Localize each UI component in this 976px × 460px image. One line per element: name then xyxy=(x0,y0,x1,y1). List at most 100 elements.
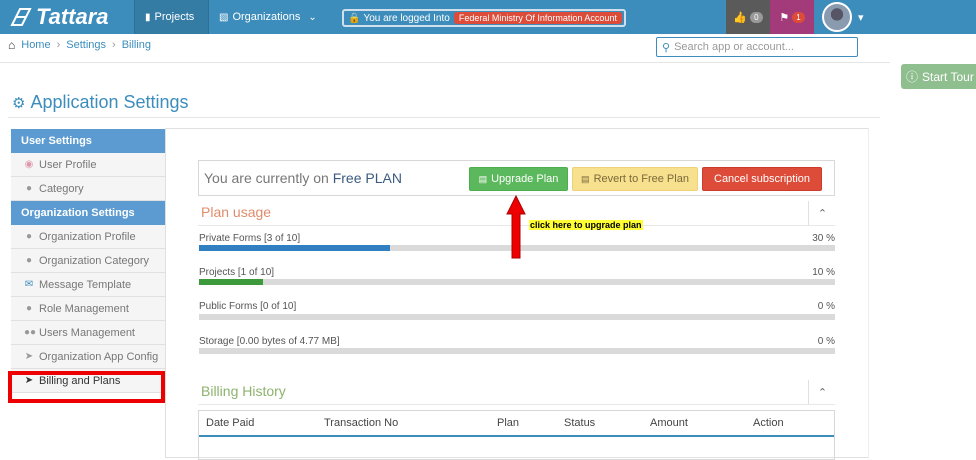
collapse-usage-button[interactable]: ⌃ xyxy=(808,201,836,225)
breadcrumb-settings[interactable]: Settings xyxy=(66,39,106,51)
sidebar-item-user-profile[interactable]: ◉ User Profile xyxy=(11,153,165,177)
top-navbar: Tattara ▮ Projects ▧ Organizations ⌄ 🔒 Y… xyxy=(0,0,976,34)
column-header-amount[interactable]: Amount xyxy=(650,417,688,429)
organization-settings-header: Organization Settings xyxy=(11,201,165,225)
folder-icon: ▮ xyxy=(145,11,151,23)
sitemap-icon: ▧ xyxy=(219,11,229,23)
sidebar-item-users-management[interactable]: ●● Users Management xyxy=(11,321,165,345)
page-title-text: Application Settings xyxy=(30,92,189,112)
sidebar-item-label: Organization App Config xyxy=(39,350,159,363)
nav-organizations[interactable]: ▧ Organizations ⌄ xyxy=(209,0,331,34)
breadcrumb-separator: › xyxy=(56,39,61,51)
breadcrumb-home[interactable]: Home xyxy=(21,39,50,51)
collapse-billing-button[interactable]: ⌃ xyxy=(808,380,836,404)
current-plan-prefix: You are currently on xyxy=(204,170,329,186)
start-tour-label: Start Tour xyxy=(922,69,974,84)
envelope-icon: ✉ xyxy=(24,279,34,290)
chevron-down-icon: ⌄ xyxy=(308,11,317,23)
user-menu[interactable]: ▾ xyxy=(814,0,880,34)
usage-label-private-forms: Private Forms [3 of 10] xyxy=(199,233,301,244)
send-icon: ➤ xyxy=(24,351,34,362)
usage-bar-fill xyxy=(199,245,390,251)
column-header-status[interactable]: Status xyxy=(564,417,595,429)
annotation-highlight-box xyxy=(8,371,165,403)
chevron-up-icon: ⌃ xyxy=(817,386,828,399)
users-icon: ●● xyxy=(24,327,37,338)
inbox-icon: ▤ xyxy=(581,173,590,184)
likes-count: 0 xyxy=(750,11,763,23)
inbox-icon: ▤ xyxy=(478,173,488,184)
usage-percent-storage: 0 % xyxy=(817,336,835,347)
column-header-date-paid[interactable]: Date Paid xyxy=(206,417,254,429)
current-plan-name: Free PLAN xyxy=(332,170,402,186)
start-tour-button[interactable]: ⓘ Start Tour xyxy=(901,64,976,89)
usage-percent-projects: 10 % xyxy=(812,267,835,278)
breadcrumb: ⌂ Home › Settings › Billing xyxy=(8,38,151,52)
upgrade-plan-button[interactable]: ▤ Upgrade Plan xyxy=(469,167,568,191)
divider xyxy=(0,62,890,63)
cancel-subscription-label: Cancel subscription xyxy=(714,173,810,185)
user-icon: ● xyxy=(25,255,33,266)
brand-logo[interactable]: Tattara xyxy=(0,0,134,34)
logged-in-text: You are logged Into xyxy=(363,12,450,24)
divider xyxy=(8,117,880,118)
user-icon: ● xyxy=(25,183,33,194)
column-header-transaction-no[interactable]: Transaction No xyxy=(324,417,398,429)
revert-plan-button[interactable]: ▤ Revert to Free Plan xyxy=(572,167,698,191)
usage-label-projects: Projects [1 of 10] xyxy=(199,267,275,278)
revert-plan-label: Revert to Free Plan xyxy=(593,173,689,185)
annotation-text: click here to upgrade plan xyxy=(529,220,643,230)
column-header-plan[interactable]: Plan xyxy=(497,417,519,429)
breadcrumb-separator: › xyxy=(112,39,116,51)
settings-sidebar: User Settings ◉ User Profile ● Category … xyxy=(11,129,165,393)
lock-icon: 🔒 xyxy=(348,12,361,24)
chevron-up-icon: ⌃ xyxy=(817,207,828,220)
user-icon: ● xyxy=(25,303,33,314)
nav-projects[interactable]: ▮ Projects xyxy=(134,0,209,34)
table-header: Date Paid Transaction No Plan Status Amo… xyxy=(199,411,834,437)
billing-history-title: Billing History xyxy=(201,383,286,399)
brand-name: Tattara xyxy=(36,4,109,29)
cancel-subscription-button[interactable]: Cancel subscription xyxy=(702,167,822,191)
sidebar-item-organization-category[interactable]: ● Organization Category xyxy=(11,249,165,273)
thumbs-up-icon: 👍 xyxy=(733,11,748,24)
usage-bar-projects xyxy=(199,279,835,285)
column-header-action[interactable]: Action xyxy=(753,417,784,429)
usage-bar-public-forms xyxy=(199,314,835,320)
sidebar-item-label: Users Management xyxy=(39,326,135,339)
sidebar-item-label: Organization Profile xyxy=(39,230,136,243)
flag-icon: ⚑ xyxy=(779,11,790,24)
upgrade-plan-label: Upgrade Plan xyxy=(491,173,559,185)
sidebar-item-role-management[interactable]: ● Role Management xyxy=(11,297,165,321)
annotation-arrow-icon xyxy=(506,194,526,259)
user-icon: ● xyxy=(25,231,33,242)
search-icon: ⚲ xyxy=(662,41,671,54)
home-icon: ⌂ xyxy=(8,38,16,52)
divider xyxy=(198,404,835,405)
nav-organizations-label: Organizations xyxy=(232,11,301,23)
nav-projects-label: Projects xyxy=(154,11,195,23)
usage-percent-private-forms: 30 % xyxy=(812,233,835,244)
usage-bar-storage xyxy=(199,348,835,354)
sidebar-item-category[interactable]: ● Category xyxy=(11,177,165,201)
sidebar-item-label: Category xyxy=(39,182,84,195)
sidebar-item-organization-app-config[interactable]: ➤ Organization App Config xyxy=(11,345,165,369)
sidebar-item-label: User Profile xyxy=(39,158,97,171)
breadcrumb-billing[interactable]: Billing xyxy=(122,39,151,51)
gears-icon: ⚙ xyxy=(12,94,26,112)
search-input[interactable]: ⚲ Search app or account... xyxy=(656,37,858,57)
usage-label-public-forms: Public Forms [0 of 10] xyxy=(199,301,297,312)
sidebar-item-message-template[interactable]: ✉ Message Template xyxy=(11,273,165,297)
usage-label-storage: Storage [0.00 bytes of 4.77 MB] xyxy=(199,336,340,347)
avatar xyxy=(822,2,852,32)
sidebar-item-label: Role Management xyxy=(39,302,129,315)
page-title: ⚙ Application Settings xyxy=(12,92,189,113)
caret-down-icon: ▾ xyxy=(858,11,864,24)
logo-icon xyxy=(10,8,32,26)
info-icon: ⓘ xyxy=(906,70,919,84)
likes-button[interactable]: 👍 0 xyxy=(726,0,770,34)
plan-usage-title: Plan usage xyxy=(201,204,272,220)
usage-bar-fill xyxy=(199,279,263,285)
sidebar-item-organization-profile[interactable]: ● Organization Profile xyxy=(11,225,165,249)
flags-button[interactable]: ⚑ 1 xyxy=(770,0,814,34)
